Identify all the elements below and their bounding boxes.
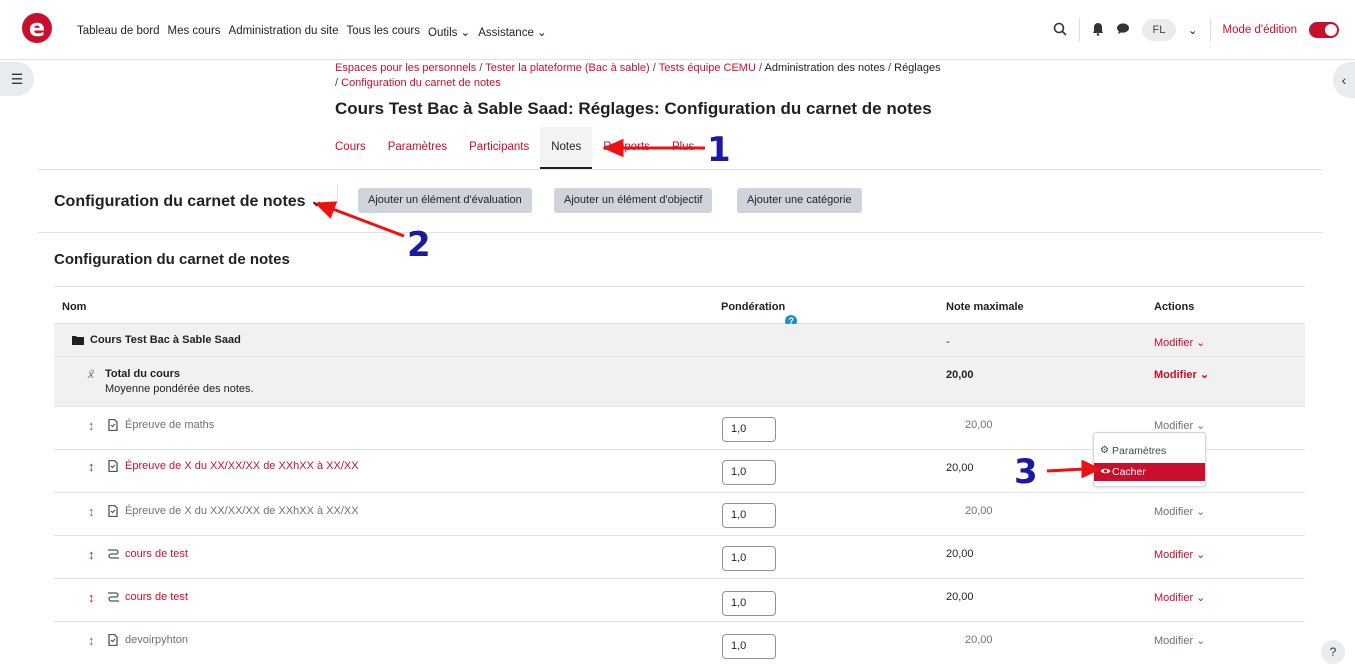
annotation-3: 3: [1014, 452, 1038, 492]
annotation-arrow-2: [329, 206, 405, 238]
annotation-2: 2: [407, 225, 431, 265]
annotation-arrowhead-3: [1081, 459, 1102, 479]
annotation-arrowhead-1: [602, 138, 624, 158]
annotation-1: 1: [707, 130, 731, 170]
annotation-arrows: [314, 138, 1102, 479]
annotation-arrow-3: [1046, 467, 1086, 473]
annotation-arrowhead-2: [314, 201, 338, 219]
